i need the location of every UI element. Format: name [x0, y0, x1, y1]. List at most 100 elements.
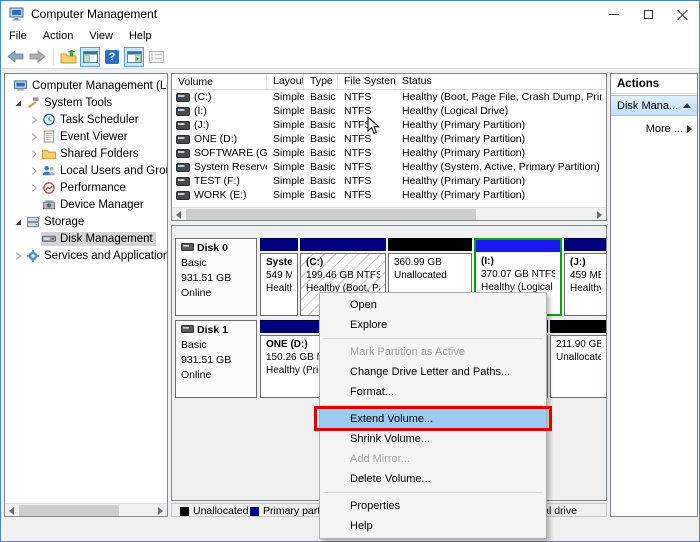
menu-action[interactable]: Action — [35, 28, 82, 44]
app-icon — [9, 6, 25, 22]
menu-item-properties[interactable]: Properties — [320, 496, 546, 516]
filesystem-cell: NTFS — [338, 189, 396, 201]
partition-color-band — [564, 238, 607, 251]
tree-item-event-viewer[interactable]: Event Viewer — [5, 128, 167, 145]
volume-row[interactable]: (C:)SimpleBasicNTFSHealthy (Boot, Page F… — [172, 90, 606, 104]
maximize-button[interactable] — [631, 1, 665, 27]
up-folder-button[interactable] — [58, 47, 78, 67]
volume-name-cell: SOFTWARE (G:) — [172, 147, 267, 159]
menu-item-explore[interactable]: Explore — [320, 315, 546, 335]
chevron-collapsed-icon[interactable] — [27, 130, 41, 144]
volume-row[interactable]: TEST (F:)SimpleBasicNTFSHealthy (Primary… — [172, 174, 606, 188]
scroll-thumb[interactable] — [19, 505, 119, 516]
disk-label-0[interactable]: Disk 0Basic931.51 GBOnline — [175, 238, 257, 316]
storage-icon — [25, 215, 41, 229]
volume-name: TEST (F:) — [194, 175, 240, 187]
status-cell: Healthy (Primary Partition) — [396, 147, 602, 159]
minimize-button[interactable] — [597, 1, 631, 27]
type-cell: Basic — [304, 147, 338, 159]
volume-icon — [176, 93, 190, 102]
menu-file[interactable]: File — [1, 28, 35, 44]
forward-button[interactable] — [27, 47, 47, 67]
chevron-expanded-icon[interactable] — [11, 96, 25, 110]
volume-row[interactable]: ONE (D:)SimpleBasicNTFSHealthy (Primary … — [172, 132, 606, 146]
disk-label-1[interactable]: Disk 1Basic931.51 GBOnline — [175, 320, 257, 398]
layout-cell: Simple — [267, 147, 304, 159]
volume-list-header: VolumeLayoutTypeFile SystemStatus — [172, 74, 606, 90]
volume-row[interactable]: SOFTWARE (G:)SimpleBasicNTFSHealthy (Pri… — [172, 146, 606, 160]
partition-name: System Reserved — [266, 256, 292, 269]
tree-item-disk-management[interactable]: Disk Management — [5, 230, 167, 247]
menu-item-change-drive-letter-and-paths[interactable]: Change Drive Letter and Paths... — [320, 362, 546, 382]
properties-button[interactable] — [146, 47, 166, 67]
console-tree-icon — [83, 51, 98, 63]
chevron-collapsed-icon[interactable] — [11, 249, 25, 263]
more-actions-item[interactable]: More ... — [611, 120, 697, 138]
back-button[interactable] — [5, 47, 25, 67]
volume-name: ONE (D:) — [194, 133, 237, 145]
show-action-pane-toggle[interactable] — [124, 47, 144, 67]
column-header-file-system[interactable]: File System — [338, 74, 396, 89]
column-header-status[interactable]: Status — [396, 74, 602, 89]
tree-item-performance[interactable]: Performance — [5, 179, 167, 196]
close-button[interactable] — [665, 1, 699, 27]
show-console-tree-toggle[interactable] — [80, 47, 100, 67]
layout-cell: Simple — [267, 189, 304, 201]
chevron-collapsed-icon[interactable] — [27, 113, 41, 127]
tree-item-label: Shared Folders — [60, 148, 139, 160]
menu-item-delete-volume[interactable]: Delete Volume... — [320, 469, 546, 489]
tree-item-system-tools[interactable]: System Tools — [5, 94, 167, 111]
scroll-thumb[interactable] — [186, 209, 476, 220]
type-cell: Basic — [304, 161, 338, 173]
chevron-collapsed-icon[interactable] — [27, 147, 41, 161]
tree-item-label: Task Scheduler — [60, 114, 139, 126]
volume-icon — [176, 149, 190, 158]
partition-j[interactable]: (J:)459 MB NTFSHealthy (Primary Partitio… — [564, 238, 607, 316]
column-header-type[interactable]: Type — [304, 74, 338, 89]
column-header-layout[interactable]: Layout — [267, 74, 304, 89]
menu-bar: FileActionViewHelp — [1, 27, 699, 45]
scroll-left-arrow[interactable] — [172, 208, 185, 221]
volume-row[interactable]: System ReservedSimpleBasicNTFSHealthy (S… — [172, 160, 606, 174]
partition-color-band — [260, 238, 298, 251]
partition-size: 370.07 GB NTFS — [481, 268, 555, 281]
scroll-left-arrow[interactable] — [5, 504, 18, 517]
partition-context-menu: OpenExploreMark Partition as ActiveChang… — [319, 292, 547, 539]
shared-folders-icon — [41, 147, 57, 161]
tree-horizontal-scrollbar[interactable] — [5, 503, 167, 516]
disk-name-text: Disk 1 — [197, 323, 228, 338]
menu-item-help[interactable]: Help — [320, 516, 546, 536]
tree-item-task-scheduler[interactable]: Task Scheduler — [5, 111, 167, 128]
column-header-volume[interactable]: Volume — [172, 74, 267, 89]
tree-item-services-and-applications[interactable]: Services and Applications — [5, 247, 167, 264]
volume-row[interactable]: WORK (E:)SimpleBasicNTFSHealthy (Primary… — [172, 188, 606, 202]
actions-group-disk-management[interactable]: Disk Mana... — [611, 95, 697, 116]
volume-row[interactable]: (J:)SimpleBasicNTFSHealthy (Primary Part… — [172, 118, 606, 132]
tree-item-label: Device Manager — [60, 199, 144, 211]
scroll-right-arrow[interactable] — [154, 504, 167, 517]
partition-systemreserved[interactable]: System Reserved549 MB NTFSHealthy (Syste… — [260, 238, 298, 316]
menu-item-shrink-volume[interactable]: Shrink Volume... — [320, 429, 546, 449]
volume-name: (C:) — [194, 91, 212, 103]
volume-row[interactable]: (I:)SimpleBasicNTFSHealthy (Logical Driv… — [172, 104, 606, 118]
disk-type: Basic — [181, 256, 251, 271]
menu-item-format[interactable]: Format... — [320, 382, 546, 402]
chevron-collapsed-icon[interactable] — [27, 181, 41, 195]
chevron-expanded-icon[interactable] — [11, 215, 25, 229]
menu-item-extend-volume[interactable]: Extend Volume... — [320, 409, 546, 429]
chevron-collapsed-icon[interactable] — [27, 164, 41, 178]
menu-view[interactable]: View — [81, 28, 121, 44]
help-button[interactable]: ? — [102, 47, 122, 67]
partition-unallocated[interactable]: 211.90 GBUnallocated — [550, 320, 607, 398]
menu-separator — [320, 335, 546, 342]
tree-item-storage[interactable]: Storage — [5, 213, 167, 230]
menu-item-open[interactable]: Open — [320, 295, 546, 315]
tree-item-device-manager[interactable]: Device Manager — [5, 196, 167, 213]
tree-item-local-users-and-groups[interactable]: Local Users and Groups — [5, 162, 167, 179]
tree-item-computer-management-local[interactable]: Computer Management (Local — [5, 77, 167, 94]
volume-icon — [176, 121, 190, 130]
menu-help[interactable]: Help — [121, 28, 160, 44]
scroll-right-arrow[interactable] — [593, 208, 606, 221]
tree-item-shared-folders[interactable]: Shared Folders — [5, 145, 167, 162]
volume-list-horizontal-scrollbar[interactable] — [172, 207, 606, 220]
